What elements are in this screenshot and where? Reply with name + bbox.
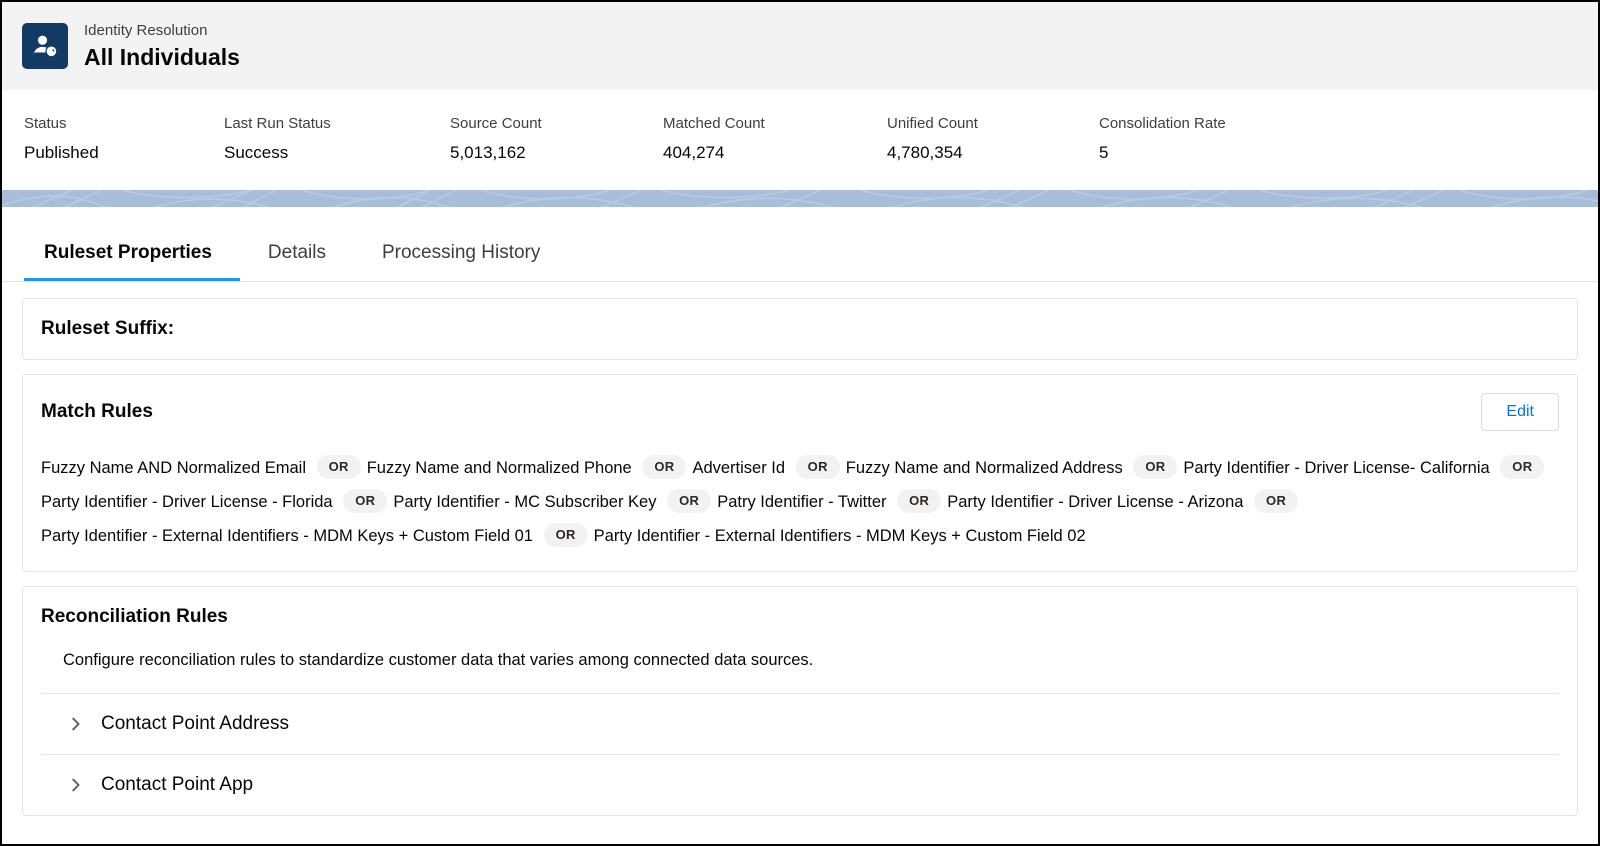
stat-last-run-status: Last Run Status Success (224, 114, 450, 164)
stat-matched-count: Matched Count 404,274 (663, 114, 887, 164)
tab-processing-history[interactable]: Processing History (354, 241, 568, 281)
or-separator-chip: OR (1133, 455, 1178, 479)
decorative-banner-strip (2, 190, 1598, 207)
match-rules-header: Match Rules Edit (41, 393, 1559, 431)
stat-status: Status Published (24, 114, 224, 164)
chevron-right-icon[interactable] (69, 778, 101, 792)
stat-label: Consolidation Rate (1099, 115, 1226, 132)
or-separator-chip: OR (1254, 489, 1299, 513)
ruleset-suffix-title: Ruleset Suffix: (41, 318, 175, 339)
match-rules-title: Match Rules (41, 401, 153, 422)
stat-value: Success (224, 143, 289, 162)
or-separator-chip: OR (795, 455, 840, 479)
match-rule-item: Party Identifier - Driver License - Ariz… (947, 493, 1244, 511)
or-separator-chip: OR (1500, 455, 1545, 479)
page-content: Ruleset Suffix: Match Rules Edit Fuzzy N… (2, 282, 1598, 816)
summary-stats-row: Status Published Last Run Status Success Sou… (2, 90, 1598, 190)
match-rule-item: Party Identifier - MC Subscriber Key (393, 493, 657, 511)
match-rule-item: Fuzzy Name AND Normalized Email (41, 459, 306, 477)
or-separator-chip: OR (543, 523, 588, 547)
or-separator-chip: OR (343, 489, 388, 513)
match-rules-list: Fuzzy Name AND Normalized Email OR Fuzzy … (41, 451, 1559, 553)
reconciliation-rule-row[interactable]: Contact Point Address (41, 693, 1559, 754)
match-rule-item: Fuzzy Name and Normalized Address (845, 459, 1123, 477)
header-eyebrow: Identity Resolution (84, 22, 208, 39)
stat-source-count: Source Count 5,013,162 (450, 114, 663, 164)
ruleset-suffix-card: Ruleset Suffix: (22, 298, 1578, 360)
chevron-right-icon[interactable] (69, 717, 101, 731)
tab-details[interactable]: Details (240, 241, 354, 281)
stat-value: 4,780,354 (887, 143, 963, 162)
match-rule-item: Fuzzy Name and Normalized Phone (366, 459, 632, 477)
reconciliation-rules-list: Contact Point Address Contact Point App (41, 693, 1559, 815)
match-rules-card: Match Rules Edit Fuzzy Name AND Normaliz… (22, 374, 1578, 572)
match-rule-item: Advertiser Id (692, 459, 786, 477)
stat-label: Source Count (450, 115, 542, 132)
stat-unified-count: Unified Count 4,780,354 (887, 114, 1099, 164)
stat-value: 404,274 (663, 143, 725, 162)
app-header: Identity Resolution All Individuals (2, 2, 1598, 90)
stat-label: Status (24, 115, 67, 132)
match-rule-item: Patry Identifier - Twitter (717, 493, 887, 511)
tab-ruleset-properties[interactable]: Ruleset Properties (24, 241, 240, 281)
reconciliation-rules-title: Reconciliation Rules (41, 606, 228, 627)
identity-person-badge-icon (22, 23, 68, 69)
edit-match-rules-button[interactable]: Edit (1481, 393, 1559, 431)
stat-label: Last Run Status (224, 115, 331, 132)
match-rule-item: Party Identifier - Driver License - Flor… (41, 493, 333, 511)
reconciliation-rules-description: Configure reconciliation rules to standa… (63, 651, 814, 669)
or-separator-chip: OR (316, 455, 361, 479)
stat-consolidation-rate: Consolidation Rate 5 (1099, 114, 1319, 164)
header-text-group: Identity Resolution All Individuals (84, 21, 240, 71)
stat-label: Unified Count (887, 115, 978, 132)
stat-value: Published (24, 143, 99, 162)
identity-resolution-page: Identity Resolution All Individuals Stat… (0, 0, 1600, 846)
stat-value: 5,013,162 (450, 143, 526, 162)
reconciliation-rule-label: Contact Point Address (101, 713, 289, 734)
or-separator-chip: OR (897, 489, 942, 513)
reconciliation-rule-row[interactable]: Contact Point App (41, 754, 1559, 815)
match-rule-item: Party Identifier - Driver License- Calif… (1183, 459, 1490, 477)
stat-value: 5 (1099, 143, 1109, 162)
reconciliation-rules-card: Reconciliation Rules Configure reconcili… (22, 586, 1578, 816)
match-rule-item: Party Identifier - External Identifiers … (41, 527, 533, 545)
stat-label: Matched Count (663, 115, 765, 132)
match-rule-item: Party Identifier - External Identifiers … (593, 527, 1086, 545)
or-separator-chip: OR (642, 455, 687, 479)
tab-bar: Ruleset Properties Details Processing Hist… (2, 207, 1598, 282)
or-separator-chip: OR (667, 489, 712, 513)
page-title: All Individuals (84, 44, 240, 70)
reconciliation-rule-label: Contact Point App (101, 774, 254, 795)
